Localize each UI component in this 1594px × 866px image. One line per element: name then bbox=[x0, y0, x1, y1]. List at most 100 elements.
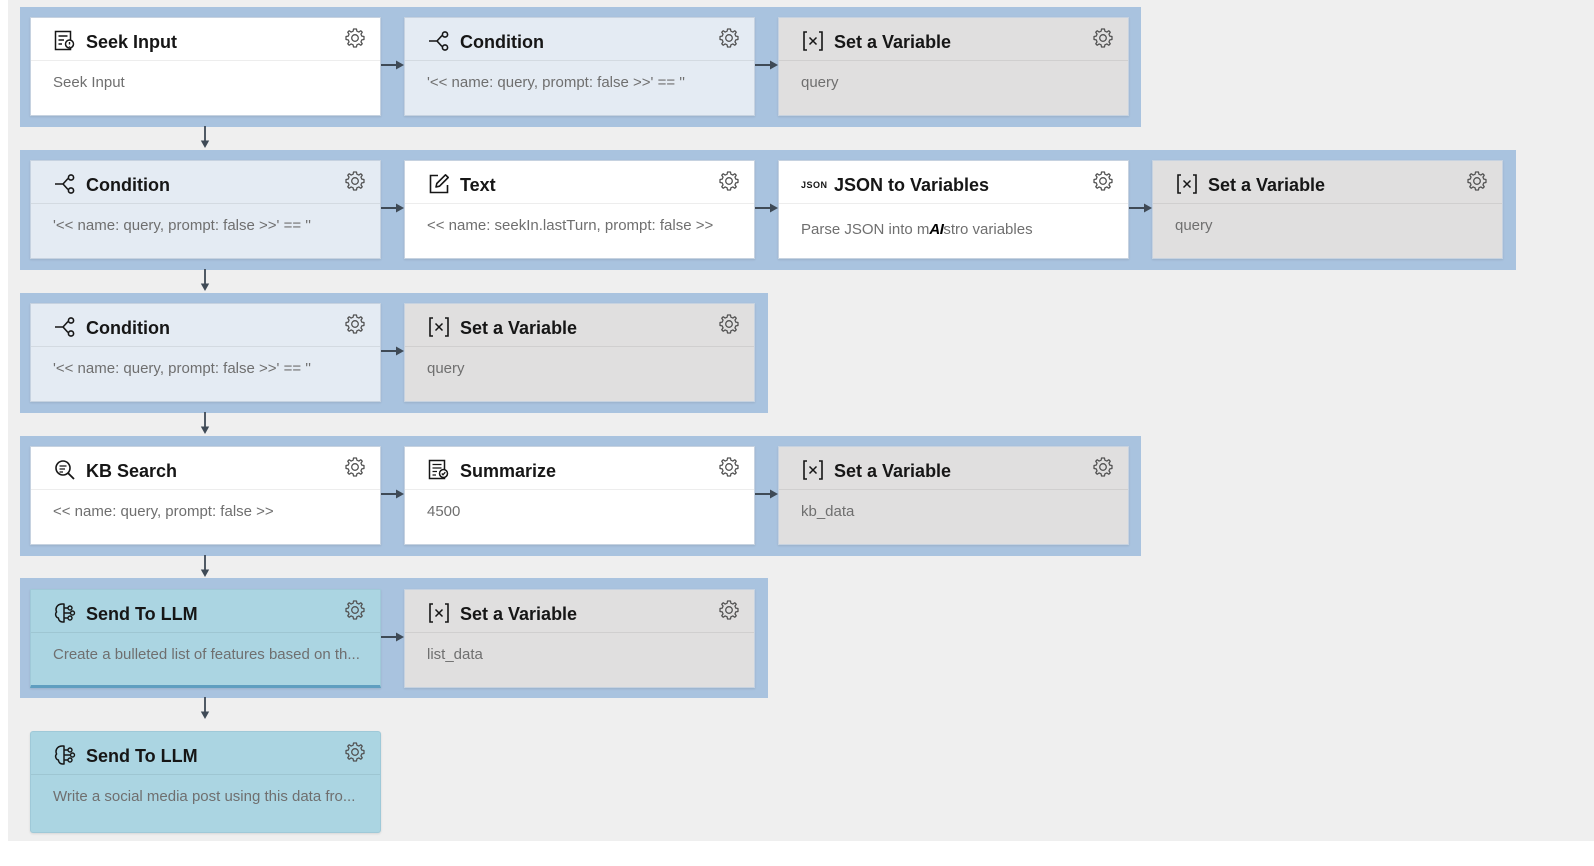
gear-icon[interactable] bbox=[1092, 170, 1114, 192]
node-header bbox=[31, 18, 380, 61]
node-title: Set a Variable bbox=[834, 32, 952, 52]
seek-input-icon bbox=[53, 29, 77, 53]
node-title: Set a Variable bbox=[460, 604, 578, 624]
llm-icon bbox=[53, 743, 77, 767]
gear-icon[interactable] bbox=[344, 456, 366, 478]
node-header bbox=[405, 161, 754, 204]
gear-icon[interactable] bbox=[1466, 170, 1488, 192]
gear-icon[interactable] bbox=[344, 27, 366, 49]
connector-arrow-down bbox=[199, 269, 211, 293]
gear-icon[interactable] bbox=[1092, 456, 1114, 478]
node-description: << name: query, prompt: false >> bbox=[53, 503, 274, 520]
node-description: 4500 bbox=[427, 503, 461, 520]
set-variable-node[interactable]: Set a Variable kb_data bbox=[778, 446, 1129, 545]
node-header bbox=[31, 590, 380, 633]
kb-search-node[interactable]: KB Search << name: query, prompt: false … bbox=[30, 446, 381, 545]
node-header bbox=[405, 18, 754, 61]
variable-icon bbox=[801, 29, 825, 53]
gear-icon[interactable] bbox=[344, 741, 366, 763]
node-header bbox=[31, 304, 380, 347]
send-to-llm-node[interactable]: Send To LLM Create a bulleted list of fe… bbox=[30, 589, 381, 688]
condition-icon bbox=[53, 172, 77, 196]
gear-icon[interactable] bbox=[344, 599, 366, 621]
connector-arrow-down bbox=[199, 126, 211, 150]
node-title: Summarize bbox=[460, 461, 557, 481]
node-description: '<< name: query, prompt: false >>' == '' bbox=[427, 74, 685, 91]
node-title: Condition bbox=[460, 32, 544, 52]
node-title: Set a Variable bbox=[1208, 175, 1326, 195]
variable-icon bbox=[427, 315, 451, 339]
connector-arrow-right bbox=[381, 345, 405, 357]
gear-icon[interactable] bbox=[718, 170, 740, 192]
seek-input-node[interactable]: Seek Input Seek Input bbox=[30, 17, 381, 116]
connector-arrow-right bbox=[755, 488, 779, 500]
node-title: Condition bbox=[86, 175, 170, 195]
text-node[interactable]: Text << name: seekIn.lastTurn, prompt: f… bbox=[404, 160, 755, 259]
variable-icon bbox=[1175, 172, 1199, 196]
desc-suffix: stro variables bbox=[943, 221, 1033, 238]
node-title: Seek Input bbox=[86, 32, 178, 52]
set-variable-node[interactable]: Set a Variable query bbox=[778, 17, 1129, 116]
node-description: Write a social media post using this dat… bbox=[53, 788, 356, 805]
gear-icon[interactable] bbox=[344, 170, 366, 192]
condition-node[interactable]: Condition '<< name: query, prompt: false… bbox=[30, 303, 381, 402]
gear-icon[interactable] bbox=[718, 456, 740, 478]
node-description: Seek Input bbox=[53, 74, 125, 91]
set-variable-node[interactable]: Set a Variable query bbox=[404, 303, 755, 402]
node-title: KB Search bbox=[86, 461, 178, 481]
edit-icon bbox=[427, 172, 451, 196]
condition-node[interactable]: Condition '<< name: query, prompt: false… bbox=[30, 160, 381, 259]
condition-node[interactable]: Condition '<< name: query, prompt: false… bbox=[404, 17, 755, 116]
summarize-node[interactable]: Summarize 4500 bbox=[404, 446, 755, 545]
condition-icon bbox=[53, 315, 77, 339]
flow-canvas[interactable]: Seek Input Seek Input Condition '<< name… bbox=[8, 0, 1594, 841]
node-title: Set a Variable bbox=[460, 318, 578, 338]
gear-icon[interactable] bbox=[718, 27, 740, 49]
node-description: kb_data bbox=[801, 503, 855, 520]
node-title: Set a Variable bbox=[834, 461, 952, 481]
set-variable-node[interactable]: Set a Variable query bbox=[1152, 160, 1503, 259]
connector-arrow-down bbox=[199, 412, 211, 436]
node-header bbox=[1153, 161, 1502, 204]
node-title: Send To LLM bbox=[86, 604, 198, 624]
node-header bbox=[779, 447, 1128, 490]
node-title: JSON to Variables bbox=[834, 175, 990, 195]
summarize-icon bbox=[427, 458, 451, 482]
gear-icon[interactable] bbox=[718, 599, 740, 621]
gear-icon[interactable] bbox=[718, 313, 740, 335]
gear-icon[interactable] bbox=[344, 313, 366, 335]
set-variable-node[interactable]: Set a Variable list_data bbox=[404, 589, 755, 688]
node-title: Send To LLM bbox=[86, 746, 198, 766]
node-description: query bbox=[1175, 217, 1213, 234]
condition-icon bbox=[427, 29, 451, 53]
connector-arrow-right bbox=[381, 202, 405, 214]
node-description: Create a bulleted list of features based… bbox=[53, 646, 360, 663]
node-description: '<< name: query, prompt: false >>' == '' bbox=[53, 360, 311, 377]
node-description: << name: seekIn.lastTurn, prompt: false … bbox=[427, 217, 714, 234]
variable-icon bbox=[427, 601, 451, 625]
node-header bbox=[405, 590, 754, 633]
node-header bbox=[405, 447, 754, 490]
node-header bbox=[405, 304, 754, 347]
send-to-llm-node[interactable]: Send To LLM Write a social media post us… bbox=[30, 731, 381, 833]
variable-icon bbox=[801, 458, 825, 482]
node-title: Condition bbox=[86, 318, 170, 338]
connector-arrow-right bbox=[381, 488, 405, 500]
node-description: '<< name: query, prompt: false >>' == '' bbox=[53, 217, 311, 234]
connector-arrow-down bbox=[199, 697, 211, 721]
desc-prefix: Parse JSON into m bbox=[801, 221, 930, 238]
maistro-ai-mark: AI bbox=[929, 221, 944, 238]
node-header bbox=[31, 161, 380, 204]
connector-arrow-right bbox=[755, 59, 779, 71]
node-description: query bbox=[427, 360, 465, 377]
node-header bbox=[779, 18, 1128, 61]
node-description: query bbox=[801, 74, 839, 91]
connector-arrow-down bbox=[199, 555, 211, 579]
llm-icon bbox=[53, 601, 77, 625]
kb-search-icon bbox=[53, 458, 77, 482]
connector-arrow-right bbox=[755, 202, 779, 214]
connector-arrow-right bbox=[1129, 202, 1153, 214]
gear-icon[interactable] bbox=[1092, 27, 1114, 49]
node-header bbox=[31, 447, 380, 490]
json-to-variables-node[interactable]: JSON JSON to Variables Parse JSON into m… bbox=[778, 160, 1129, 259]
